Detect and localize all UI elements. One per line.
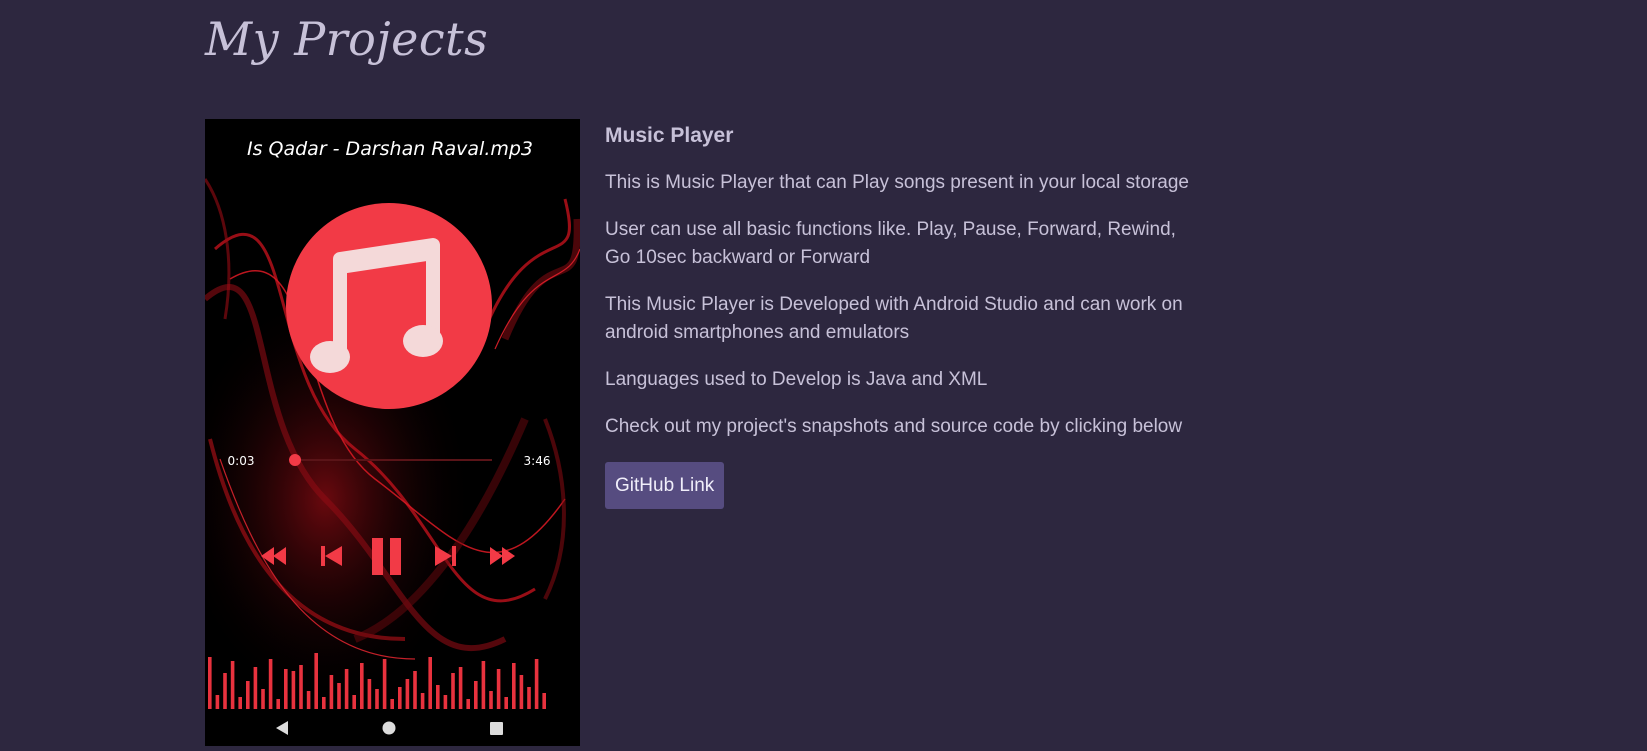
github-link-button[interactable]: GitHub Link — [605, 462, 725, 509]
visualizer-bar — [413, 671, 417, 709]
visualizer-bar — [527, 687, 531, 709]
visualizer-bar — [215, 695, 220, 709]
visualizer-bar — [291, 671, 296, 709]
visualizer-bar — [420, 693, 425, 709]
visualizer-bar — [329, 675, 334, 709]
page: My Projects Is Qadar - Darshan Raval.mp3… — [0, 0, 1647, 751]
visualizer-bar — [306, 691, 311, 709]
visualizer-bar — [299, 665, 303, 709]
visualizer-bar — [542, 693, 546, 709]
visualizer-bar — [352, 695, 356, 709]
seek-thumb[interactable] — [289, 454, 302, 466]
visualizer-bar — [223, 673, 227, 709]
visualizer-bar — [337, 683, 341, 709]
visualizer-bar — [284, 669, 288, 709]
visualizer-bar — [436, 685, 440, 709]
visualizer-bar — [504, 697, 508, 709]
project-description-2: User can use all basic functions like. P… — [605, 219, 1176, 268]
visualizer-bar — [481, 661, 486, 709]
visualizer-bar — [519, 675, 524, 709]
visualizer-bar — [322, 697, 326, 709]
visualizer-bar — [534, 659, 539, 709]
page-title: My Projects — [205, 12, 489, 66]
visualizer-bar — [443, 695, 448, 709]
home-icon[interactable] — [382, 721, 396, 735]
project-card: Is Qadar - Darshan Raval.mp3 0:03 3:46 M… — [205, 119, 1195, 749]
visualizer-bar — [375, 689, 379, 709]
music-player-screenshot: Is Qadar - Darshan Raval.mp3 0:03 3:46 — [205, 119, 580, 746]
visualizer-bar — [367, 679, 372, 709]
visualizer-bar — [344, 669, 349, 709]
visualizer-bar — [246, 681, 250, 709]
project-description-4: Languages used to Develop is Java and XM… — [605, 369, 988, 390]
visualizer-bar — [230, 661, 235, 709]
visualizer-bar — [398, 687, 402, 709]
song-title: Is Qadar - Darshan Raval.mp3 — [247, 138, 533, 160]
project-description-5: Check out my project's snapshots and sou… — [605, 416, 1183, 437]
project-title: Music Player — [605, 124, 734, 147]
visualizer-bar — [489, 691, 493, 709]
project-info: Music Player This is Music Player that c… — [605, 119, 1190, 509]
project-description-1: This is Music Player that can Play songs… — [605, 172, 1189, 193]
visualizer-bar — [261, 689, 265, 709]
visualizer-bar — [496, 669, 501, 709]
visualizer-bar — [208, 657, 212, 709]
visualizer-bar — [276, 699, 280, 709]
visualizer-bar — [390, 699, 394, 709]
visualizer-bar — [360, 663, 364, 709]
visualizer-bar — [253, 667, 258, 709]
project-description-3: This Music Player is Developed with Andr… — [605, 294, 1183, 343]
visualizer-bar — [382, 659, 387, 709]
music-note-icon — [286, 203, 492, 409]
visualizer-bar — [451, 673, 455, 709]
total-duration: 3:46 — [524, 454, 551, 468]
visualizer-bar — [405, 679, 410, 709]
visualizer-bar — [458, 667, 463, 709]
visualizer-bar — [268, 659, 273, 709]
visualizer-bar — [512, 663, 516, 709]
visualizer-bar — [428, 657, 432, 709]
visualizer-bar — [466, 699, 470, 709]
visualizer-bar — [314, 653, 318, 709]
visualizer-bar — [238, 697, 242, 709]
recents-icon[interactable] — [490, 722, 503, 735]
visualizer-bar — [474, 681, 478, 709]
elapsed-time: 0:03 — [228, 454, 255, 468]
project-snapshot: Is Qadar - Darshan Raval.mp3 0:03 3:46 — [205, 119, 580, 746]
